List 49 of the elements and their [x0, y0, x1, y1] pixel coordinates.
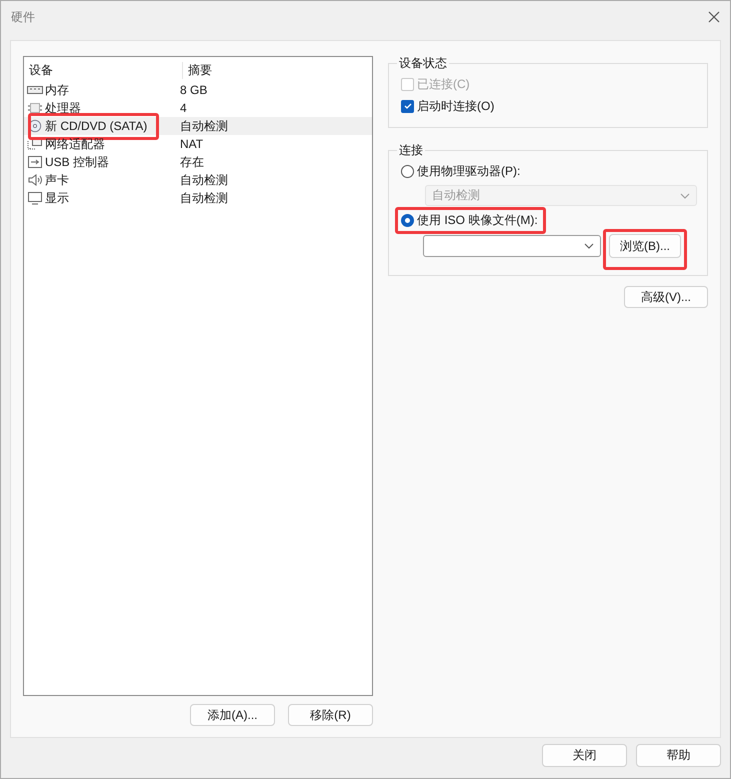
device-name: 内存 — [45, 82, 69, 98]
dialog-button[interactable]: 帮助 — [636, 744, 721, 767]
checkmark-icon — [402, 101, 412, 111]
radio-label: 使用物理驱动器(P): — [417, 162, 520, 180]
device-summary: 8 GB — [180, 83, 208, 97]
device-summary: 自动检测 — [180, 172, 229, 188]
device-summary: 自动检测 — [180, 190, 229, 206]
window-title: 硬件 — [11, 8, 35, 26]
radio-button[interactable] — [401, 164, 414, 178]
device-row[interactable]: USB 控制器 存在 — [24, 153, 372, 171]
group-title: 设备状态 — [397, 55, 449, 72]
device-row[interactable]: 显示 自动检测 — [24, 189, 372, 207]
close-icon[interactable] — [708, 11, 720, 23]
dialog-button[interactable]: 关闭 — [542, 744, 627, 767]
device-name: USB 控制器 — [45, 154, 110, 170]
checkbox[interactable] — [401, 100, 414, 112]
device-summary: 4 — [180, 101, 188, 115]
speaker-icon — [27, 173, 43, 187]
device-row[interactable]: 处理器 4 — [24, 99, 372, 117]
device-summary: 自动检测 — [180, 118, 229, 134]
checkbox-label: 已连接(C) — [417, 76, 470, 92]
list-button[interactable]: 移除(R) — [288, 704, 373, 726]
device-row[interactable]: 声卡 自动检测 — [24, 171, 372, 189]
usb-icon — [27, 155, 43, 169]
radio-label: 使用 ISO 映像文件(M): — [417, 212, 538, 228]
column-header[interactable]: 设备 — [24, 62, 182, 78]
device-name: 网络适配器 — [45, 136, 105, 152]
device-name: 新 CD/DVD (SATA) — [45, 118, 148, 134]
radio-button[interactable] — [401, 214, 414, 226]
device-name: 处理器 — [45, 100, 81, 116]
chevron-down-icon — [584, 243, 594, 249]
memory-icon — [27, 83, 43, 97]
device-row[interactable]: 内存 8 GB — [24, 81, 372, 99]
device-summary: 存在 — [180, 154, 205, 170]
device-summary: NAT — [180, 137, 204, 151]
advanced-button[interactable]: 高级(V)... — [624, 286, 708, 308]
device-name: 显示 — [45, 190, 69, 206]
device-row[interactable]: 网络适配器 NAT — [24, 135, 372, 153]
monitor-icon — [27, 191, 43, 205]
iso-path-dropdown[interactable] — [423, 235, 601, 257]
device-name: 声卡 — [45, 172, 69, 188]
group-title: 连接 — [397, 142, 425, 159]
browse-button[interactable]: 浏览(B)... — [609, 234, 681, 258]
chip-icon — [27, 101, 43, 115]
chevron-down-icon — [680, 192, 690, 198]
network-icon — [27, 137, 43, 151]
checkbox-label: 启动时连接(O) — [417, 98, 494, 114]
column-header[interactable]: 摘要 — [182, 62, 372, 78]
list-button[interactable]: 添加(A)... — [190, 704, 275, 726]
